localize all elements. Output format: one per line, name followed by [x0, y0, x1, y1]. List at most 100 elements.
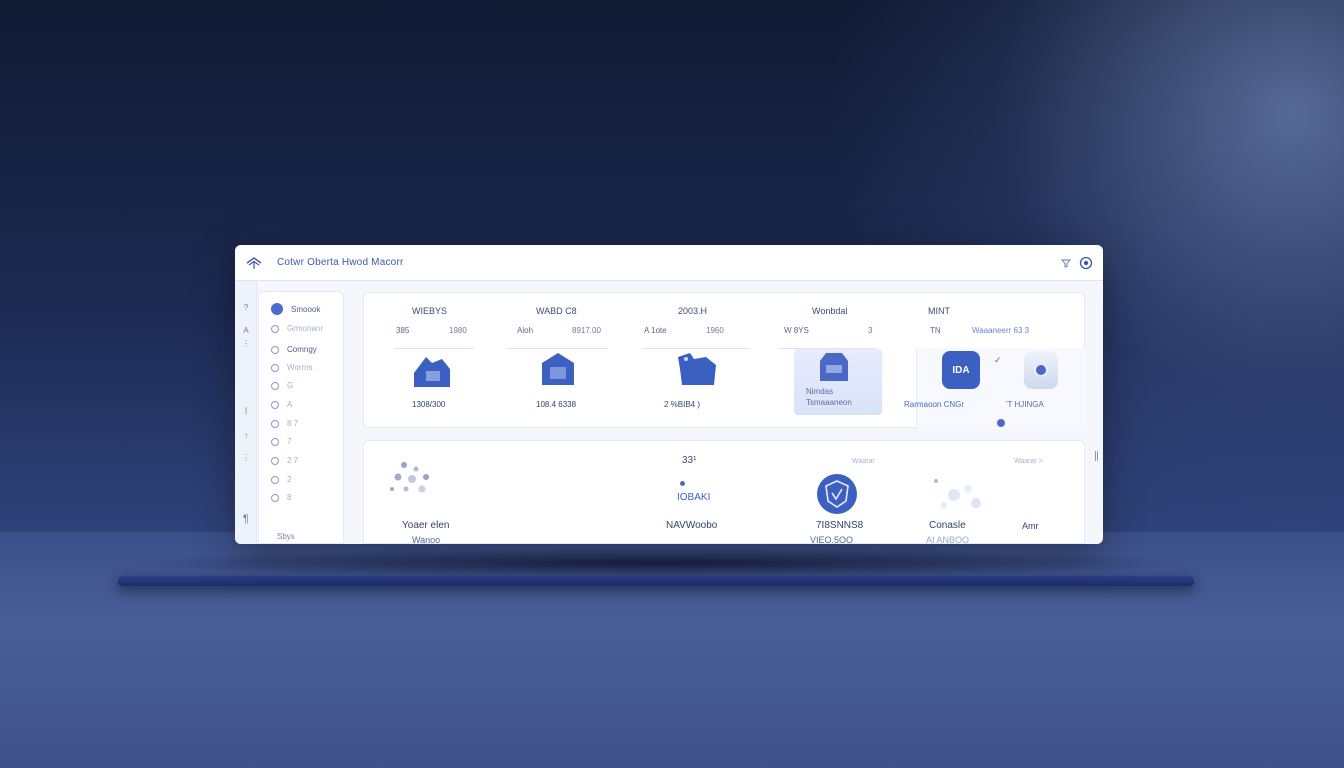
rail-item-more[interactable]: ⋮	[235, 339, 257, 348]
stat-title: 2003.H	[678, 306, 708, 316]
stat-title: WABD C8	[536, 306, 577, 316]
stat-value-secondary: 1960	[706, 326, 724, 335]
animal-icon	[678, 353, 716, 385]
stats-panel: WIEBYS 385 1980 1308/300 WABD C8 Aloh 89…	[363, 292, 1086, 429]
sidebar-item-label: Grmonanr	[287, 324, 324, 333]
stat-value-secondary: Waaaneerr 63 3	[972, 326, 1030, 335]
item-label: Yoaer elen	[402, 520, 450, 531]
app-logo-icon	[246, 256, 262, 269]
stat-footer: 1308/300	[412, 400, 446, 409]
detail-panel: 33¹ Waarar Waarar > Yoaer elen Wanoo IOB…	[363, 440, 1085, 544]
badge-label: IDA	[952, 364, 970, 376]
divider	[780, 348, 876, 349]
panel-link[interactable]: Waarar >	[1014, 458, 1043, 465]
circle-icon	[271, 456, 279, 465]
dots-cluster-icon	[390, 462, 429, 493]
dots-cluster-icon	[934, 479, 981, 508]
stat-card-3[interactable]: 2003.H A 1ote 1960 2 %BIB4 )	[636, 293, 756, 429]
stat-title: Wonbdal	[812, 306, 848, 316]
panel-title: 33¹	[682, 455, 697, 466]
building-icon	[414, 357, 450, 387]
stat-footer-secondary: 'T HJINGA	[1006, 400, 1044, 409]
circle-icon	[271, 363, 279, 372]
sidebar-item-3[interactable]: Comngy	[271, 345, 317, 354]
settings-icon[interactable]	[1079, 256, 1093, 270]
icon-rail: ? A ⋮ | ↑ ⋮ ¶	[235, 281, 257, 544]
stat-value: TN	[930, 326, 941, 335]
item-sub: VIEO.5OO	[810, 535, 854, 544]
app-window: Cotwr Oberta Hwod Macorr ? A ⋮ | ↑ ⋮ ¶ S…	[235, 245, 1103, 544]
stat-value: W 8YS	[784, 326, 809, 335]
stat-card-2[interactable]: WABD C8 Aloh 8917.00 108.4 6338	[494, 293, 614, 429]
stat-value-secondary: 3	[868, 326, 873, 335]
badge-arrow: ✓	[994, 355, 1002, 365]
circle-icon	[271, 437, 279, 446]
stat-card-5[interactable]: MINT TN Waaaneerr 63 3 IDA ✓ Rarmaoon CN…	[904, 293, 1086, 429]
sidebar: Smoook Grmonanr Comngy Worrns G A 8 7 7	[258, 291, 344, 544]
stat-footer: 2 %BIB4 )	[664, 400, 701, 409]
sidebar-item-4[interactable]: Worrns	[271, 363, 313, 372]
marker-dot	[680, 481, 685, 486]
scrollbar-handle[interactable]	[1095, 451, 1098, 461]
house-icon	[542, 353, 574, 385]
stat-footer: Nimdas Tsmaaaneon	[806, 387, 852, 407]
device-base	[118, 576, 1194, 586]
item-label: NAVWoobo	[666, 520, 718, 531]
rail-item-a[interactable]: A	[235, 326, 257, 335]
rail-item-paragraph[interactable]: ¶	[235, 513, 257, 525]
sidebar-item-label: 2 7	[287, 456, 299, 465]
stat-value: 385	[396, 326, 410, 335]
title-bar: Cotwr Oberta Hwod Macorr	[235, 245, 1103, 281]
item-tag: IOBAKI	[677, 492, 711, 503]
rail-item-more-2[interactable]: ⋮	[235, 453, 257, 462]
circle-icon	[271, 419, 279, 428]
circle-icon	[271, 303, 283, 315]
rail-item-bar[interactable]: |	[235, 406, 257, 415]
sidebar-item-label: G	[287, 381, 294, 390]
title-actions	[1061, 256, 1093, 270]
stat-value-secondary: 8917.00	[572, 326, 601, 335]
stat-card-4[interactable]: Wonbdal W 8YS 3 Nimdas Tsmaaaneon	[774, 293, 904, 429]
stat-value: Aloh	[517, 326, 534, 335]
stat-footer: Rarmaoon CNGr	[904, 400, 965, 409]
sidebar-item-11[interactable]: 8	[271, 493, 291, 502]
sidebar-item-label: Worrns	[287, 363, 313, 372]
circle-icon	[271, 345, 279, 354]
sidebar-footer: Sbys	[277, 532, 295, 541]
badge-icon: IDA	[942, 351, 980, 389]
stat-card-1[interactable]: WIEBYS 385 1980 1308/300	[364, 293, 484, 429]
stat-title: MINT	[928, 306, 950, 316]
sidebar-item-7[interactable]: 8 7	[271, 419, 298, 428]
rail-item-up[interactable]: ↑	[235, 431, 257, 440]
sidebar-item-1[interactable]: Smoook	[271, 303, 320, 315]
circle-icon	[271, 324, 279, 333]
sidebar-item-label: Smoook	[291, 304, 321, 314]
sidebar-item-label: 7	[287, 437, 292, 446]
shield-icon	[817, 474, 857, 514]
filter-icon[interactable]	[1061, 258, 1071, 268]
stat-value: A 1ote	[644, 326, 667, 335]
sidebar-item-2[interactable]: Grmonanr	[271, 324, 323, 333]
pagination-dot[interactable]	[997, 419, 1005, 427]
stat-value-secondary: 1980	[449, 326, 467, 335]
sidebar-item-label: Comngy	[287, 345, 317, 354]
circle-icon	[271, 381, 279, 390]
circle-icon	[271, 493, 279, 502]
sidebar-item-label: 8 7	[287, 419, 299, 428]
circle-icon	[271, 400, 279, 409]
store-icon	[820, 353, 848, 381]
item-label: Conasle	[929, 520, 966, 531]
sidebar-item-10[interactable]: 2	[271, 475, 291, 484]
stat-title: WIEBYS	[412, 306, 448, 316]
rail-item-help[interactable]: ?	[235, 303, 257, 312]
device-shadow	[120, 548, 1200, 578]
sidebar-item-9[interactable]: 2 7	[271, 456, 298, 465]
sidebar-item-label: 8	[287, 493, 292, 502]
stat-footer: 108.4 6338	[536, 400, 577, 409]
sidebar-item-6[interactable]: A	[271, 400, 292, 409]
sidebar-item-5[interactable]: G	[271, 381, 293, 390]
item-label: 7I8SNNS8	[816, 520, 864, 531]
sidebar-item-8[interactable]: 7	[271, 437, 291, 446]
item-sub: Wanoo	[412, 535, 441, 544]
panel-tag: Waarar	[852, 458, 875, 465]
